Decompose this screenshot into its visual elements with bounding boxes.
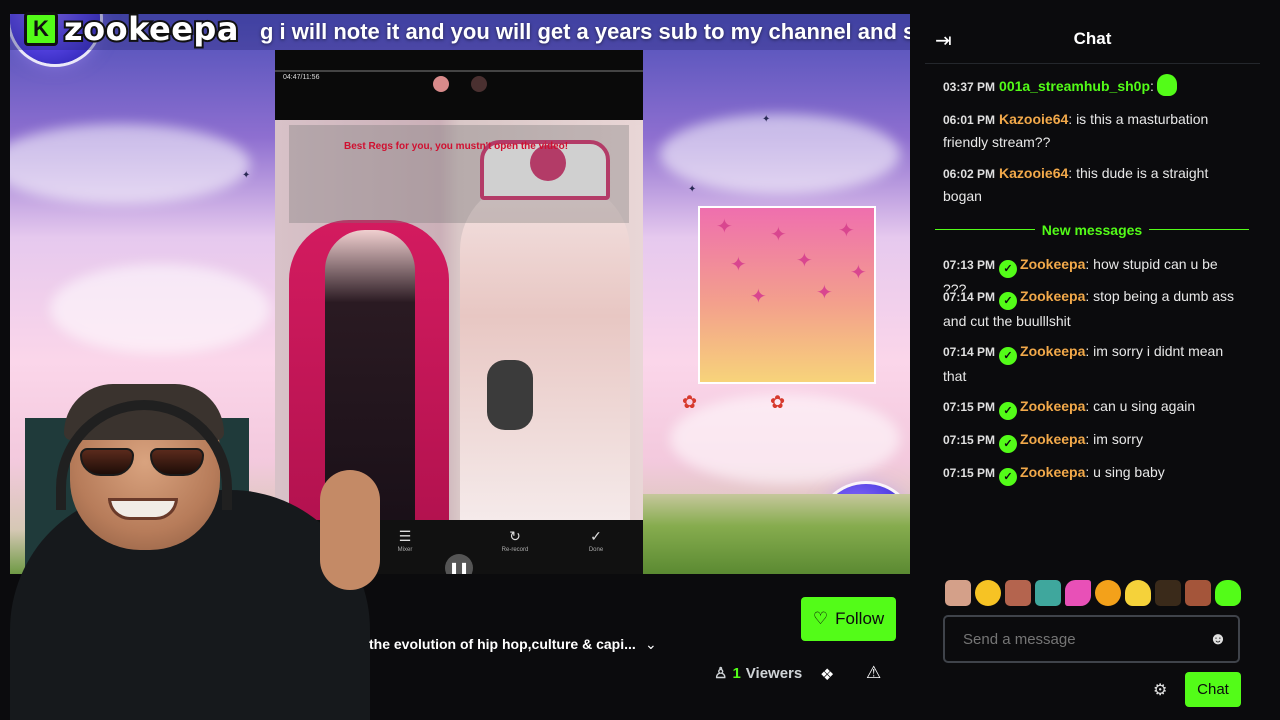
chat-panel: ⇥ Chat 03:37 PM 001a_streamhub_sh0p: 06:0… xyxy=(925,14,1260,720)
done-icon: ✓ xyxy=(590,528,602,544)
logo-wordmark: zookeepa xyxy=(62,8,240,50)
stream-title: the evolution of hip hop,culture & capi.… xyxy=(369,636,636,652)
singer-right xyxy=(460,180,630,520)
heart-icon: ♡ xyxy=(812,609,829,628)
chat-message: 07:14 PM ✓ Zookeepa: stop being a dumb ass… xyxy=(943,288,1235,329)
warning-icon[interactable]: ⚠ xyxy=(866,663,881,683)
chat-message: 06:01 PM Kazooie64: is this a masturbatio… xyxy=(943,111,1209,150)
pause-icon: ❚❚ xyxy=(448,561,470,574)
cloud xyxy=(10,124,250,204)
face-emote-icon[interactable] xyxy=(1185,580,1211,606)
follow-button[interactable]: ♡ Follow xyxy=(801,597,896,641)
chat-username[interactable]: Zookeepa xyxy=(1020,288,1085,304)
bird-icon: ✦ xyxy=(242,170,251,181)
chevron-down-icon[interactable]: ⌄ xyxy=(645,636,657,653)
pause-button[interactable]: ❚❚ xyxy=(445,554,473,574)
green-blob-emote-icon xyxy=(1156,74,1177,96)
playback-progress xyxy=(275,70,643,72)
verified-badge-icon: ✓ xyxy=(999,347,1018,365)
chat-title: Chat xyxy=(1073,29,1112,48)
ticker-text: g i will note it and you will get a year… xyxy=(260,19,910,44)
chat-message: 07:14 PM ✓ Zookeepa: im sorry i didnt mean… xyxy=(943,343,1224,384)
lyrics-overlay: Best Regs for you, you mustn't open the … xyxy=(289,125,629,223)
chat-username[interactable]: 001a_streamhub_sh0p xyxy=(999,78,1150,94)
chat-message: 03:37 PM 001a_streamhub_sh0p: xyxy=(943,74,1243,98)
cloud xyxy=(50,264,270,354)
streamer-webcam xyxy=(0,380,380,720)
viewer-count: ♙ 1 Viewers xyxy=(714,664,803,683)
chat-message: 07:15 PM ✓ Zookeepa: can u sing again xyxy=(943,395,1243,420)
timecode: 04:47/11:56 xyxy=(283,74,320,81)
chat-message: 06:02 PM Kazooie64: this dude is a straig… xyxy=(943,165,1209,204)
send-chat-button[interactable]: Chat xyxy=(1185,672,1241,707)
chat-header: ⇥ Chat xyxy=(925,14,1260,64)
green-blob-emote-icon[interactable] xyxy=(1215,580,1241,606)
pink-emote-icon[interactable] xyxy=(1065,580,1091,606)
new-messages-divider: New messages xyxy=(935,219,1249,241)
leaf-icon: ✿ xyxy=(682,392,698,412)
grass-field xyxy=(643,494,910,574)
chat-username[interactable]: Zookeepa xyxy=(1020,431,1085,447)
emoji-picker-icon[interactable]: ☻ xyxy=(1209,629,1227,649)
chat-username[interactable]: Kazooie64 xyxy=(999,111,1068,127)
chat-message: 07:15 PM ✓ Zookeepa: im sorry xyxy=(943,428,1243,453)
smile-emoji-icon[interactable] xyxy=(1095,580,1121,606)
re-record-icon: ↻ xyxy=(509,528,521,544)
chat-message-input[interactable] xyxy=(943,615,1240,663)
laughing-emoji-icon[interactable] xyxy=(975,580,1001,606)
gear-icon[interactable]: ⚙ xyxy=(1153,680,1167,700)
sliders-icon: ☰ xyxy=(398,528,412,544)
chat-username[interactable]: Zookeepa xyxy=(1020,464,1085,480)
chat-message: 07:15 PM ✓ Zookeepa: u sing baby xyxy=(943,461,1243,486)
quick-emotes xyxy=(945,580,1241,610)
re-record-button[interactable]: ↻ Re-record xyxy=(495,528,535,553)
verified-badge-icon: ✓ xyxy=(999,260,1018,278)
verified-badge-icon: ✓ xyxy=(999,402,1018,420)
follow-label: Follow xyxy=(835,609,885,628)
face-emote-icon[interactable] xyxy=(1005,580,1031,606)
viewer-label: Viewers xyxy=(745,664,803,682)
sunglasses xyxy=(80,448,210,478)
share-icon[interactable]: ❖ xyxy=(820,665,834,685)
bird-icon: ✦ xyxy=(688,184,697,195)
pink-star-card: ✦ ✦ ✦ ✦ ✦ ✦ ✦ ✦ xyxy=(698,206,876,384)
chat-username[interactable]: Zookeepa xyxy=(1020,398,1085,414)
microphone-icon xyxy=(487,360,533,430)
streamer-smile xyxy=(108,498,178,520)
channel-logo: K zookeepa xyxy=(24,8,240,50)
ghost-emote-icon[interactable] xyxy=(1125,580,1151,606)
mixer-button[interactable]: ☰ Mixer xyxy=(385,528,425,553)
verified-badge-icon: ✓ xyxy=(999,292,1018,310)
kick-logo-icon: K xyxy=(24,12,58,46)
verified-badge-icon: ✓ xyxy=(999,468,1018,486)
done-button[interactable]: ✓ Done xyxy=(576,528,616,553)
chat-username[interactable]: Zookeepa xyxy=(1020,256,1085,272)
viewer-number: 1 xyxy=(732,664,741,682)
face-emote-icon[interactable] xyxy=(945,580,971,606)
chat-username[interactable]: Kazooie64 xyxy=(999,165,1068,181)
chat-username[interactable]: Zookeepa xyxy=(1020,343,1085,359)
overlay-title: Best Regs for you, you mustn't open the … xyxy=(344,141,569,152)
verified-badge-icon: ✓ xyxy=(999,435,1018,453)
bird-icon: ✦ xyxy=(762,114,771,125)
avatar xyxy=(471,76,487,92)
cloud xyxy=(660,114,900,194)
face-emote-icon[interactable] xyxy=(1035,580,1061,606)
avatar xyxy=(433,76,449,92)
listen-emote-icon[interactable] xyxy=(1155,580,1181,606)
leaf-icon: ✿ xyxy=(770,392,786,412)
users-icon: ♙ xyxy=(714,665,728,682)
streamer-hand xyxy=(320,470,380,590)
